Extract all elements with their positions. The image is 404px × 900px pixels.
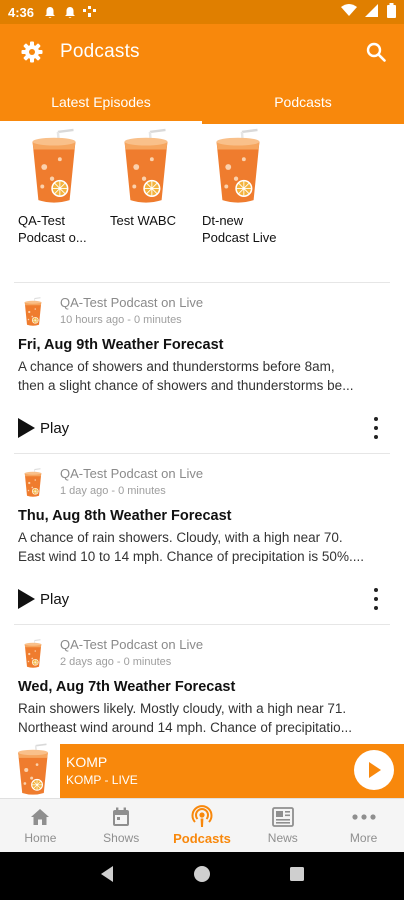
page-title: Podcasts bbox=[60, 41, 140, 62]
episode-source: QA-Test Podcast on Live bbox=[60, 466, 204, 481]
episode-thumbnail bbox=[18, 637, 48, 671]
calendar-icon bbox=[112, 806, 130, 828]
nav-label: News bbox=[267, 831, 298, 845]
podcast-card[interactable]: QA-Test Podcast o... bbox=[14, 128, 106, 278]
play-icon bbox=[369, 762, 381, 778]
notification-bell-icon bbox=[62, 4, 78, 20]
notification-bell-icon bbox=[42, 4, 58, 20]
player-play-button[interactable] bbox=[354, 750, 394, 790]
episode-title: Thu, Aug 8th Weather Forecast bbox=[18, 508, 232, 524]
episode-source: QA-Test Podcast on Live bbox=[60, 295, 204, 310]
tab-bar: Latest Episodes Podcasts bbox=[0, 80, 404, 124]
more-dots-icon bbox=[351, 806, 376, 828]
home-icon bbox=[30, 806, 50, 828]
episode-title: Wed, Aug 7th Weather Forecast bbox=[18, 679, 236, 695]
more-options-icon[interactable] bbox=[370, 417, 382, 439]
podcast-icon bbox=[190, 804, 214, 828]
newspaper-icon bbox=[271, 806, 294, 828]
bottom-nav: Home Shows Podcasts News More bbox=[0, 798, 404, 852]
episode-thumbnail bbox=[18, 295, 48, 329]
search-icon[interactable] bbox=[348, 24, 404, 80]
nav-item-home[interactable]: Home bbox=[0, 799, 81, 852]
gear-icon[interactable] bbox=[4, 24, 60, 80]
station-artwork bbox=[6, 742, 60, 798]
podcast-card[interactable]: Test WABC bbox=[106, 128, 198, 278]
battery-icon bbox=[387, 3, 396, 21]
back-icon[interactable] bbox=[99, 865, 115, 888]
podcast-artwork bbox=[106, 128, 186, 206]
signal-bars-icon bbox=[82, 4, 98, 20]
nav-item-news[interactable]: News bbox=[242, 799, 323, 852]
episode-card[interactable]: QA-Test Podcast on Live 1 day ago - 0 mi… bbox=[0, 454, 404, 624]
podcast-artwork bbox=[14, 128, 94, 206]
episode-thumbnail bbox=[18, 466, 48, 500]
nav-item-podcasts[interactable]: Podcasts bbox=[162, 799, 243, 852]
episode-description: A chance of rain showers. Cloudy, with a… bbox=[18, 530, 364, 564]
play-icon bbox=[18, 418, 35, 438]
episode-card[interactable]: QA-Test Podcast on Live 10 hours ago - 0… bbox=[0, 283, 404, 453]
nav-label: Podcasts bbox=[173, 830, 231, 846]
podcast-name: Dt-new Podcast Live bbox=[202, 213, 277, 245]
cell-signal-icon bbox=[365, 4, 379, 20]
play-button[interactable]: Play bbox=[16, 417, 69, 439]
podcast-carousel: QA-Test Podcast o... Test WABC Dt-new Po… bbox=[0, 128, 404, 278]
episode-description: A chance of showers and thunderstorms be… bbox=[18, 359, 354, 393]
nav-label: Shows bbox=[103, 831, 140, 845]
nav-label: More bbox=[349, 831, 378, 845]
tab-podcasts[interactable]: Podcasts bbox=[202, 80, 404, 124]
play-icon bbox=[18, 589, 35, 609]
podcast-artwork bbox=[198, 128, 278, 206]
system-nav-bar bbox=[0, 852, 404, 900]
more-options-icon[interactable] bbox=[370, 588, 382, 610]
episode-time: 10 hours ago - 0 minutes bbox=[60, 314, 182, 326]
wifi-icon bbox=[341, 4, 357, 20]
nav-item-shows[interactable]: Shows bbox=[81, 799, 162, 852]
episode-time: 1 day ago - 0 minutes bbox=[60, 485, 166, 497]
episode-description: Rain showers likely. Mostly cloudy, with… bbox=[18, 701, 352, 735]
station-subtitle: KOMP - LIVE bbox=[66, 773, 138, 787]
episode-time: 2 days ago - 0 minutes bbox=[60, 656, 172, 668]
app-bar: Podcasts bbox=[0, 24, 404, 80]
mini-player[interactable]: KOMP KOMP - LIVE bbox=[0, 744, 404, 798]
play-label: Play bbox=[40, 419, 70, 437]
tab-latest-episodes[interactable]: Latest Episodes bbox=[0, 80, 202, 124]
mini-player-bar bbox=[60, 744, 404, 798]
nav-item-more[interactable]: More bbox=[323, 799, 404, 852]
podcast-card[interactable]: Dt-new Podcast Live bbox=[198, 128, 290, 278]
play-label: Play bbox=[40, 590, 70, 608]
home-circle-icon[interactable] bbox=[193, 865, 211, 888]
play-button[interactable]: Play bbox=[16, 588, 69, 610]
nav-label: Home bbox=[24, 831, 57, 845]
episode-title: Fri, Aug 9th Weather Forecast bbox=[18, 337, 224, 353]
status-bar: 4:36 bbox=[0, 0, 404, 24]
status-time: 4:36 bbox=[8, 4, 35, 20]
station-title: KOMP bbox=[66, 754, 108, 770]
podcast-name: QA-Test Podcast o... bbox=[18, 213, 87, 245]
podcast-name: Test WABC bbox=[110, 213, 176, 228]
recents-icon[interactable] bbox=[289, 866, 305, 887]
episode-source: QA-Test Podcast on Live bbox=[60, 637, 204, 652]
